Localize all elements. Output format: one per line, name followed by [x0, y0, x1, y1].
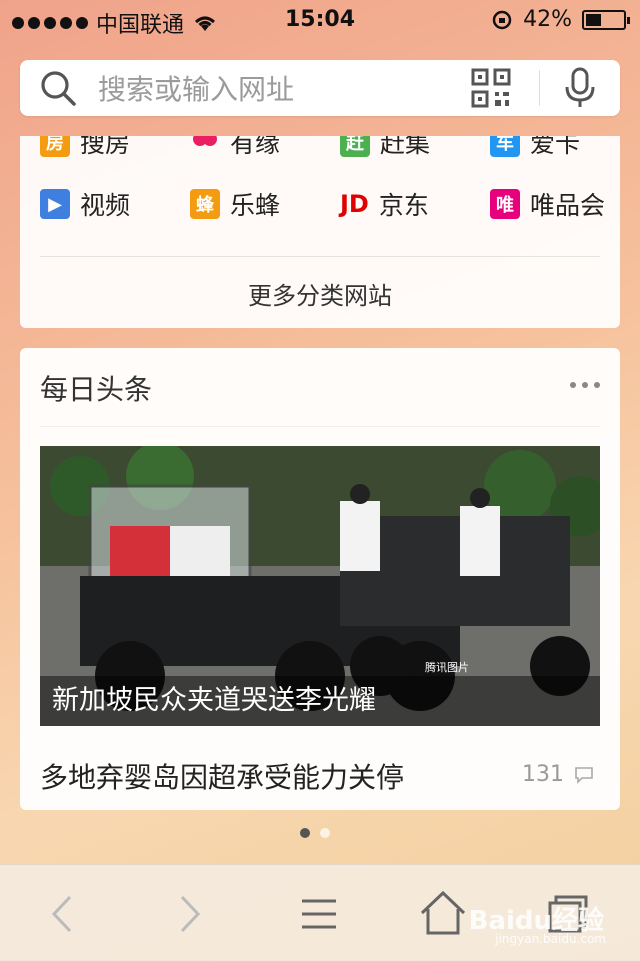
sites-row-1: 房 搜房 有缘 赶 赶集 车 爱卡: [20, 136, 620, 164]
aika-icon: 车: [490, 136, 520, 157]
site-label: 京东: [378, 191, 429, 220]
back-icon[interactable]: [36, 887, 90, 941]
search-input[interactable]: 搜索或输入网址: [98, 68, 471, 108]
site-label: 有缘: [230, 136, 281, 158]
page-dot: [320, 828, 330, 838]
more-sites-link[interactable]: 更多分类网站: [20, 276, 620, 311]
news-card: 每日头条 腾讯图片 新加坡民众夹道哭送李光耀 多地弃婴岛因超承受能力关停 131: [20, 348, 620, 810]
battery-icon: [582, 9, 630, 30]
site-aika[interactable]: 车 爱卡: [490, 136, 580, 160]
site-label: 赶集: [380, 136, 431, 158]
vip-icon: 唯: [490, 189, 520, 219]
site-label: 搜房: [80, 136, 131, 158]
comment-icon: [575, 767, 593, 784]
site-jd[interactable]: JD 京东: [340, 186, 429, 222]
home-icon[interactable]: [416, 887, 470, 941]
qr-scan-icon[interactable]: [471, 68, 511, 108]
microphone-icon[interactable]: [564, 67, 596, 109]
divider: [539, 70, 540, 106]
jd-icon: JD: [340, 190, 369, 218]
site-ganji[interactable]: 赶 赶集: [340, 136, 430, 160]
headline-photo[interactable]: 腾讯图片 新加坡民众夹道哭送李光耀: [40, 446, 600, 726]
status-bar: 中国联通 15:04 42%: [0, 0, 640, 40]
page-dot-active: [300, 828, 310, 838]
news-item[interactable]: 多地弃婴岛因超承受能力关停 131: [40, 756, 600, 796]
search-bar[interactable]: 搜索或输入网址: [20, 60, 620, 116]
site-label: 爱卡: [530, 136, 581, 158]
site-label: 唯品会: [530, 191, 606, 220]
lefeng-icon: 蜂: [190, 189, 220, 219]
news-item-title[interactable]: 多地弃婴岛因超承受能力关停: [40, 756, 404, 796]
video-icon: ▶: [40, 189, 70, 219]
site-youyuan[interactable]: 有缘: [190, 136, 280, 160]
forward-icon[interactable]: [162, 887, 216, 941]
site-soufang[interactable]: 房 搜房: [40, 136, 130, 160]
more-options-icon[interactable]: [570, 382, 600, 388]
site-label: 乐蜂: [230, 191, 281, 220]
ganji-icon: 赶: [340, 136, 370, 157]
photo-watermark: 腾讯图片: [425, 660, 469, 674]
divider: [40, 256, 600, 257]
rotation-lock-icon: [492, 10, 512, 29]
divider: [40, 426, 600, 427]
sites-card: 房 搜房 有缘 赶 赶集 车 爱卡 ▶ 视频 蜂 乐蜂 JD 京东 唯 唯品会 …: [20, 136, 620, 328]
sites-row-2: ▶ 视频 蜂 乐蜂 JD 京东 唯 唯品会: [20, 186, 620, 226]
site-video[interactable]: ▶ 视频: [40, 186, 130, 222]
site-vip[interactable]: 唯 唯品会: [490, 186, 605, 222]
site-lefeng[interactable]: 蜂 乐蜂: [190, 186, 280, 222]
comment-count: 131: [522, 762, 564, 787]
news-card-title: 每日头条: [40, 373, 153, 406]
baidu-watermark-url: jingyan.baidu.com: [495, 932, 606, 946]
site-label: 视频: [80, 191, 131, 220]
search-icon: [41, 71, 76, 106]
battery-percent: 42%: [523, 7, 572, 32]
menu-icon[interactable]: [292, 887, 346, 941]
page-indicator: [300, 828, 330, 838]
youyuan-icon: [193, 136, 217, 146]
headline-caption[interactable]: 新加坡民众夹道哭送李光耀: [40, 676, 600, 726]
soufang-icon: 房: [40, 136, 70, 157]
